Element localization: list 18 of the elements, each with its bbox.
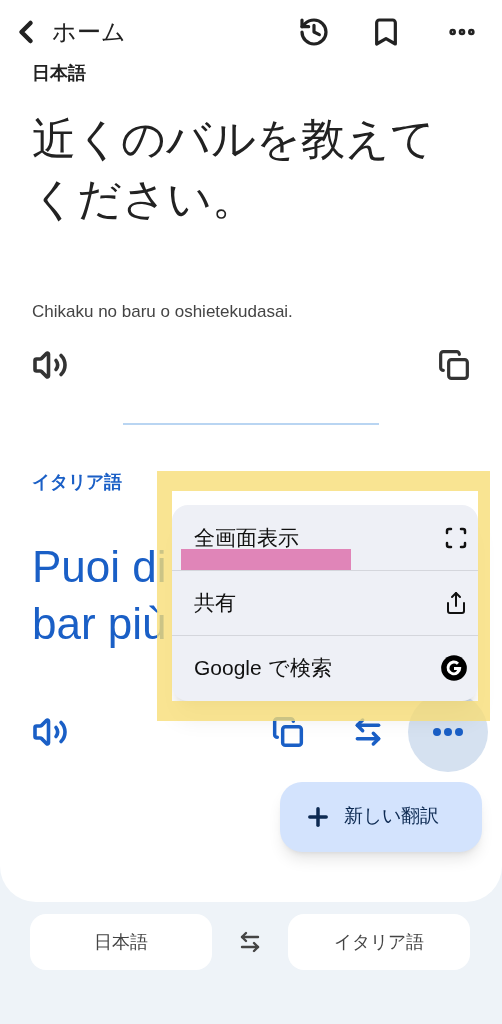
back-button[interactable]: ホーム [8, 14, 126, 50]
copy-icon[interactable] [438, 348, 470, 381]
new-translation-button[interactable]: 新しい翻訳 [280, 781, 482, 852]
google-g-icon [440, 654, 468, 682]
share-icon [444, 591, 468, 615]
fullscreen-icon [444, 525, 468, 550]
translation-text-line: bar più [32, 597, 167, 650]
history-icon[interactable] [298, 16, 330, 48]
target-language-label: イタリア語 [32, 470, 122, 494]
romanization-text: Chikaku no baru o oshietekudasai. [32, 301, 294, 323]
menu-item[interactable]: 全画面表示 [172, 505, 478, 570]
more-icon [433, 727, 463, 736]
source-language-button[interactable]: 日本語 [30, 914, 212, 970]
source-text: 近くのバルを教えてください。 [32, 113, 436, 225]
target-language-button[interactable]: イタリア語 [288, 914, 470, 970]
source-language-label: 日本語 [32, 62, 87, 85]
translation-text-line: Puoi di [32, 540, 167, 593]
swap-icon[interactable] [238, 930, 262, 954]
